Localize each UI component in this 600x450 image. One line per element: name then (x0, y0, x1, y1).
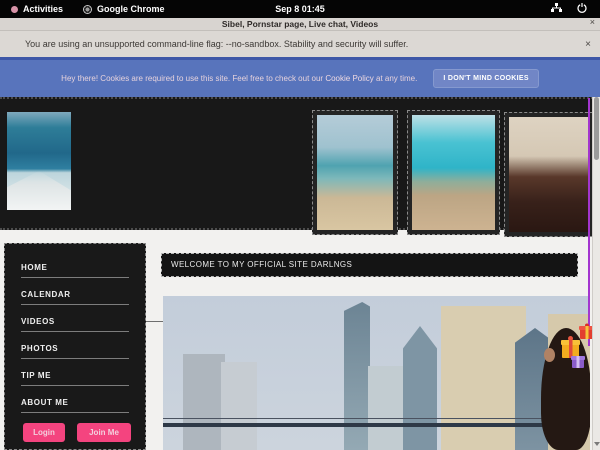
cookie-message: Hey there! Cookies are required to use t… (61, 74, 417, 83)
main-photo (163, 296, 590, 450)
cookie-banner: Hey there! Cookies are required to use t… (0, 57, 600, 97)
gnome-top-bar: Activities Google Chrome Sep 8 01:45 (0, 0, 600, 18)
sidebar-item-calendar[interactable]: CALENDAR (5, 278, 145, 299)
app-menu-label: Google Chrome (97, 4, 165, 14)
cookie-policy-link[interactable]: Cookie Policy (325, 74, 373, 83)
person-silhouette (544, 348, 555, 362)
warning-close-icon[interactable]: × (585, 39, 591, 50)
welcome-heading: WELCOME TO MY OFFICIAL SITE DARLNGS (161, 253, 578, 277)
activities-indicator-icon (11, 6, 18, 13)
photo-thumbnail-beach-2[interactable] (407, 110, 500, 235)
photo-thumbnail-couch[interactable] (504, 112, 593, 237)
close-icon[interactable]: × (590, 17, 595, 27)
flag-warning-bar: You are using an unsupported command-lin… (0, 31, 600, 57)
thumbnail-image (317, 115, 393, 230)
window-title-bar: Sibel, Pornstar page, Live chat, Videos … (0, 17, 600, 31)
building-shape (221, 362, 257, 450)
activities-label: Activities (23, 4, 63, 14)
sidebar-nav: HOME CALENDAR VIDEOS PHOTOS TIP ME ABOUT… (4, 243, 146, 450)
sidebar-item-tip-me[interactable]: TIP ME (5, 359, 145, 380)
window-title: Sibel, Pornstar page, Live chat, Videos (222, 19, 378, 29)
power-icon[interactable] (577, 3, 587, 15)
building-shape (183, 354, 225, 450)
chrome-icon (83, 5, 92, 14)
balcony-rail (163, 418, 590, 419)
activities-button[interactable]: Activities (11, 4, 63, 14)
sidebar-item-videos[interactable]: VIDEOS (5, 305, 145, 326)
photo-thumbnail-beach-1[interactable] (312, 110, 398, 235)
building-shape (344, 302, 370, 450)
scroll-down-icon[interactable] (594, 442, 600, 446)
cookie-accept-button[interactable]: I DON'T MIND COOKIES (433, 69, 538, 88)
sidebar-item-photos[interactable]: PHOTOS (5, 332, 145, 353)
building-shape (403, 326, 437, 450)
gift-icon[interactable] (559, 322, 595, 368)
network-icon[interactable] (551, 3, 562, 15)
thumbnail-image (412, 115, 495, 230)
hero-photo-boat[interactable] (7, 112, 71, 210)
flag-warning-text: You are using an unsupported command-lin… (25, 39, 408, 49)
login-button[interactable]: Login (23, 423, 65, 442)
sidebar-item-home[interactable]: HOME (5, 251, 145, 272)
sidebar-item-about-me[interactable]: ABOUT ME (5, 386, 145, 407)
page-border-line (588, 98, 590, 346)
scrollbar-thumb[interactable] (594, 97, 599, 160)
thumbnail-image (509, 117, 588, 232)
scrollbar[interactable] (592, 57, 600, 450)
join-button[interactable]: Join Me (77, 423, 131, 442)
balcony-rail (163, 423, 590, 427)
building-shape (441, 306, 526, 450)
app-menu-button[interactable]: Google Chrome (83, 4, 165, 14)
